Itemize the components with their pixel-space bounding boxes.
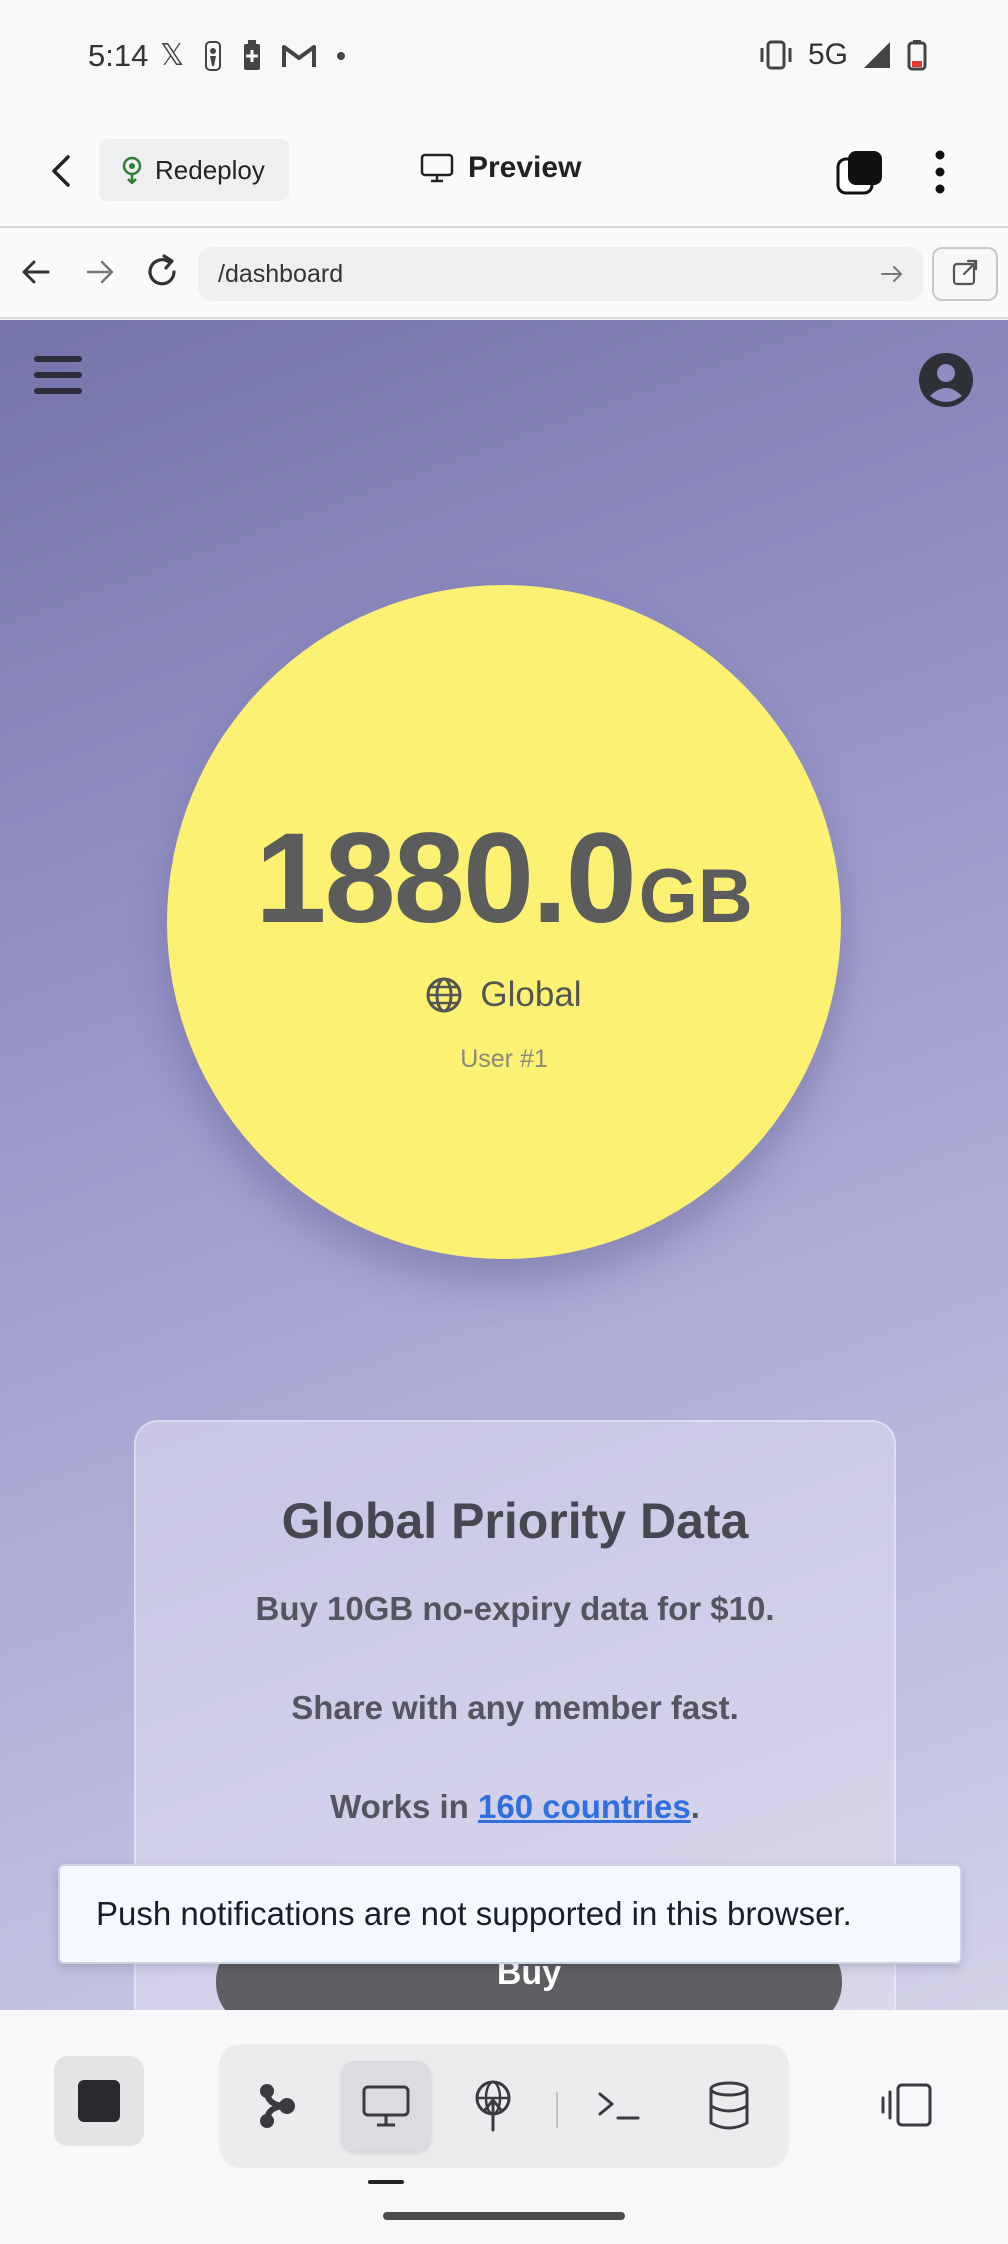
- globe-icon: [426, 977, 462, 1013]
- network-label: 5G: [807, 38, 848, 71]
- database-icon: [709, 2081, 749, 2130]
- open-external-icon: [952, 259, 978, 286]
- browser-forward-icon[interactable]: [80, 252, 120, 292]
- bottom-toolbar: [0, 2010, 1008, 2244]
- preview-label: Preview: [468, 151, 582, 184]
- browser-bar: /dashboard: [0, 228, 1008, 319]
- tabs-icon[interactable]: [836, 149, 884, 195]
- database-tool[interactable]: [691, 2068, 767, 2144]
- side-panel-icon[interactable]: [880, 2082, 934, 2128]
- more-options-icon[interactable]: [920, 147, 960, 197]
- menu-icon[interactable]: [34, 356, 82, 398]
- preview-tool[interactable]: [341, 2061, 431, 2151]
- countries-suffix: .: [690, 1788, 700, 1825]
- terminal-tool[interactable]: [581, 2068, 657, 2144]
- home-gesture-bar[interactable]: [383, 2212, 625, 2220]
- x-icon: 𝕏: [160, 39, 185, 72]
- status-time: 5:14: [88, 38, 149, 73]
- agent-icon: [260, 2084, 295, 2128]
- battery-saver-icon: [244, 40, 261, 70]
- redeploy-icon: [122, 156, 142, 184]
- stop-icon: [78, 2080, 120, 2122]
- region-label: Global: [167, 975, 841, 1015]
- reload-icon[interactable]: [142, 252, 182, 292]
- data-amount-unit: GB: [638, 854, 753, 939]
- battery-low-icon: [907, 40, 927, 71]
- signal-icon: [864, 42, 890, 68]
- deploy-icon: [475, 2080, 511, 2132]
- app-toolbar: Redeploy Preview: [0, 115, 1008, 228]
- redeploy-label: Redeploy: [155, 154, 265, 185]
- vibrate-icon: [760, 40, 792, 70]
- url-text: /dashboard: [218, 259, 344, 288]
- data-amount-value: 1880.0: [255, 807, 636, 950]
- card-line-share: Share with any member fast.: [291, 1689, 739, 1726]
- webpage: 1880.0GB Global User #1 Global Priority …: [0, 320, 1008, 2010]
- card-line-countries: Works in 160 countries.: [136, 1788, 894, 1826]
- dot-icon: [337, 52, 346, 60]
- tool-group: [219, 2044, 789, 2168]
- account-icon[interactable]: [918, 352, 974, 408]
- countries-link[interactable]: 160 countries: [478, 1788, 691, 1825]
- stop-button[interactable]: [54, 2056, 144, 2146]
- agent-tool[interactable]: [239, 2068, 315, 2144]
- preview-title: Preview: [420, 151, 581, 185]
- tool-separator: [556, 2092, 558, 2128]
- card-title: Global Priority Data: [281, 1493, 749, 1549]
- data-balance-circle: 1880.0GB Global User #1: [167, 585, 841, 1259]
- redeploy-button[interactable]: Redeploy: [99, 139, 289, 201]
- go-icon[interactable]: [879, 261, 905, 287]
- preview-icon: [362, 2085, 410, 2127]
- countries-prefix: Works in: [330, 1788, 478, 1825]
- gmail-icon: [282, 45, 317, 67]
- nba-icon: [205, 41, 222, 71]
- deploy-tool[interactable]: [455, 2068, 531, 2144]
- notification-icons: 𝕏: [160, 40, 346, 72]
- browser-back-icon[interactable]: [16, 252, 56, 292]
- active-indicator: [368, 2180, 404, 2184]
- back-icon[interactable]: [42, 151, 82, 191]
- system-icons: 5G: [758, 38, 928, 72]
- status-bar: 5:14 𝕏 5G: [0, 0, 1008, 115]
- notification-toast: Push notifications are not supported in …: [58, 1864, 962, 1964]
- region-text: Global: [480, 975, 582, 1014]
- terminal-icon: [598, 2092, 640, 2120]
- user-number: User #1: [460, 1045, 548, 1073]
- url-input[interactable]: /dashboard: [198, 247, 923, 301]
- data-amount: 1880.0GB: [167, 805, 841, 952]
- card-line-price: Buy 10GB no-expiry data for $10.: [255, 1590, 775, 1627]
- open-external-button[interactable]: [932, 247, 998, 301]
- monitor-icon: [420, 153, 454, 183]
